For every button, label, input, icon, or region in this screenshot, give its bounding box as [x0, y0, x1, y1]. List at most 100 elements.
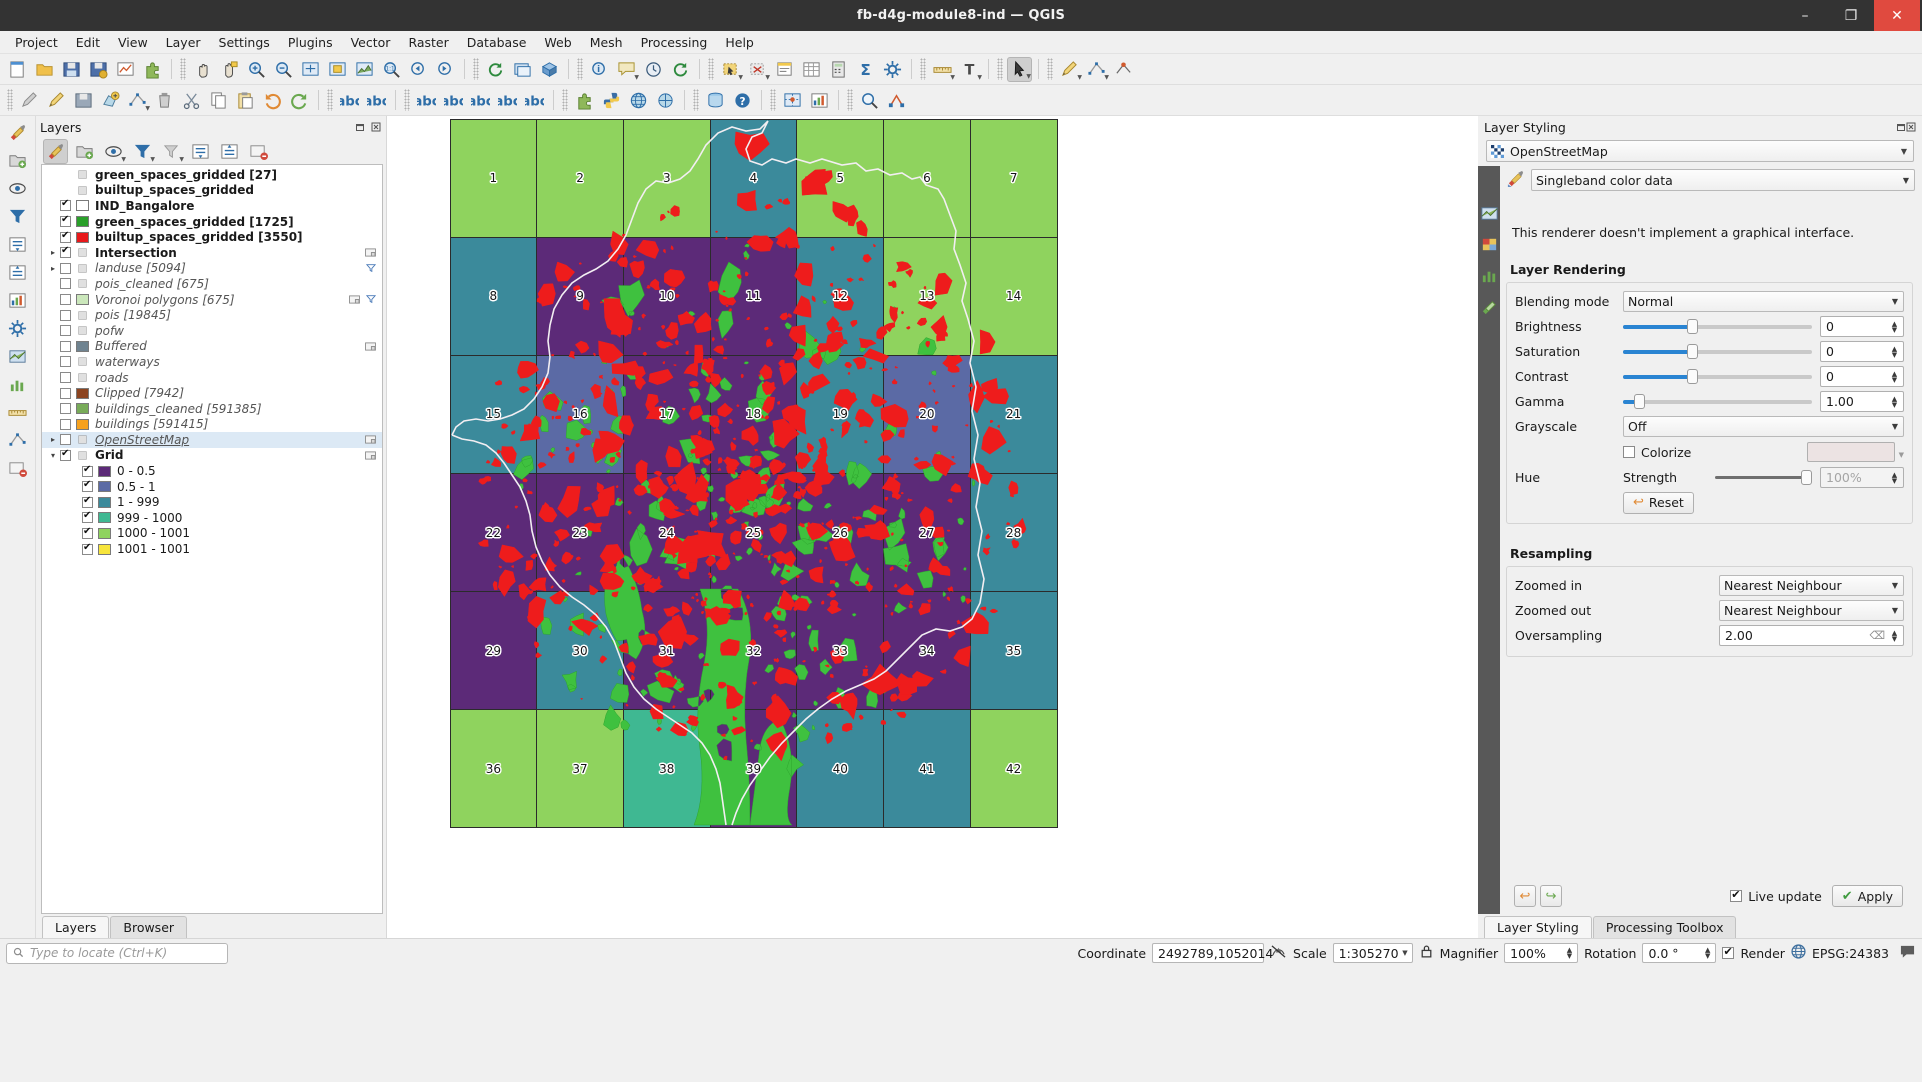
collapse-all-button[interactable]	[217, 139, 242, 164]
menu-mesh[interactable]: Mesh	[581, 33, 632, 52]
map-canvas[interactable]: 1 2 3 4 5 6 7 8 9 10 11 12 13 14 15 16 17 18 19 20 21 22 23 24 2…	[387, 116, 1478, 938]
embedded-layer-icon[interactable]	[365, 448, 376, 463]
layer-visibility-checkbox[interactable]	[60, 434, 71, 446]
grid-cell[interactable]: 35	[969, 591, 1058, 711]
grayscale-select[interactable]: Off ▼	[1623, 416, 1904, 437]
toolbar-gripper[interactable]	[847, 89, 853, 111]
clock-button[interactable]	[641, 57, 666, 82]
live-update-checkbox[interactable]	[1730, 888, 1743, 902]
grid-cell[interactable]: 7	[969, 118, 1058, 238]
chevron-down-icon[interactable]: ▼	[150, 156, 155, 163]
colorize-checkbox[interactable]	[1623, 446, 1635, 458]
grid-cell[interactable]: 3	[622, 118, 711, 238]
toolbar-gripper[interactable]	[180, 58, 186, 80]
globe-button[interactable]	[626, 88, 651, 113]
crs-label[interactable]: EPSG:24383	[1812, 946, 1889, 961]
grid-cell[interactable]: 26	[796, 472, 885, 593]
zoom-native-button[interactable]: 1:1	[379, 57, 404, 82]
layer-visibility-checkbox[interactable]	[60, 340, 71, 352]
layer-visibility-checkbox[interactable]	[60, 262, 71, 274]
filter-legend-button[interactable]: ▼	[130, 139, 155, 164]
layer-row-waterways[interactable]: waterways	[42, 354, 382, 370]
label-button[interactable]: abc	[522, 88, 547, 113]
chevron-down-icon[interactable]: ▼	[1892, 297, 1898, 306]
saturation-slider[interactable]	[1623, 341, 1812, 362]
grid-cell[interactable]: 33	[796, 591, 885, 711]
sum-button[interactable]: Σ	[853, 57, 878, 82]
label-button[interactable]: abc	[441, 88, 466, 113]
grid-cell[interactable]: 25	[709, 472, 798, 593]
zoom-layer-button[interactable]	[352, 57, 377, 82]
zoom-full-button[interactable]	[298, 57, 323, 82]
style-transparency-tab-button[interactable]	[1478, 233, 1500, 255]
chevron-down-icon[interactable]: ▼	[1104, 74, 1109, 81]
filter-indicator-icon[interactable]	[365, 292, 377, 307]
undock-icon[interactable]	[353, 121, 366, 134]
processing-rail-button[interactable]	[5, 316, 30, 341]
label-button[interactable]: abc	[414, 88, 439, 113]
open-table-button[interactable]	[799, 57, 824, 82]
chevron-down-icon[interactable]: ▼	[1077, 74, 1082, 81]
grid-cell[interactable]: 15	[449, 354, 538, 474]
grid-cell[interactable]: 6	[883, 118, 971, 238]
layer-row-intersection[interactable]: ▸ Intersection	[42, 245, 382, 261]
toolbar-gripper[interactable]	[473, 58, 479, 80]
layer-visibility-checkbox[interactable]	[60, 230, 71, 243]
contrast-slider[interactable]	[1623, 366, 1812, 387]
layer-tree[interactable]: green_spaces_gridded [27] builtup_spaces_…	[41, 164, 383, 914]
embedded-layer-icon[interactable]	[365, 339, 376, 354]
new-project-button[interactable]	[5, 57, 30, 82]
expand-collapse-icon[interactable]: ▸	[46, 264, 60, 273]
clear-icon[interactable]: ⌫	[1869, 629, 1885, 642]
layer-row-green_spaces_gridded[interactable]: green_spaces_gridded [1725]	[42, 214, 382, 230]
grid-class-checkbox[interactable]	[82, 479, 93, 493]
grid-cell[interactable]: 9	[536, 236, 624, 356]
vertex-button[interactable]	[1111, 57, 1136, 82]
save-button[interactable]	[59, 57, 84, 82]
close-button[interactable]: ✕	[1874, 0, 1920, 31]
chevron-down-icon[interactable]: ▼	[179, 156, 184, 163]
grid-cell[interactable]: 38	[622, 709, 711, 829]
locator-search[interactable]: Type to locate (Ctrl+K)	[6, 942, 228, 964]
grid-class-row[interactable]: 0.5 - 1	[42, 479, 382, 495]
collapse-all-rail-button[interactable]	[5, 260, 30, 285]
style-symbology-rail-button[interactable]	[5, 344, 30, 369]
statistics-rail-button[interactable]	[5, 288, 30, 313]
save-as-button[interactable]	[86, 57, 111, 82]
chevron-down-icon[interactable]: ▼	[950, 74, 955, 81]
toolbar-gripper[interactable]	[562, 89, 568, 111]
undo-button[interactable]: ↩	[1514, 885, 1536, 907]
grid-cell[interactable]: 4	[709, 118, 798, 238]
chevron-down-icon[interactable]: ▼	[1892, 606, 1898, 615]
georef-button[interactable]	[780, 88, 805, 113]
layer-visibility-checkbox[interactable]	[60, 403, 71, 415]
text-annotation-button[interactable]: T ▼	[957, 57, 982, 82]
layer-row-builtup_spaces_gridded[interactable]: builtup_spaces_gridded [3550]	[42, 229, 382, 245]
paste-button[interactable]	[233, 88, 258, 113]
grid-layer[interactable]: 1 2 3 4 5 6 7 8 9 10 11 12 13 14 15 16 17 18 19 20 21 22 23 24 2…	[449, 118, 1058, 829]
open-styling-rail-button[interactable]	[5, 120, 30, 145]
spinner-arrows-icon[interactable]: ▲ ▼	[1888, 471, 1901, 484]
map-canvas-container[interactable]: 1 2 3 4 5 6 7 8 9 10 11 12 13 14 15 16 17 18 19 20 21 22 23 24 2…	[386, 116, 1478, 938]
toggle-edit-button[interactable]	[17, 88, 42, 113]
chevron-down-icon[interactable]: ▼	[1892, 422, 1898, 431]
grid-cell[interactable]: 41	[883, 709, 971, 829]
menu-raster[interactable]: Raster	[399, 33, 457, 52]
spinner-arrows-icon[interactable]: ▲ ▼	[1888, 320, 1901, 333]
minimize-button[interactable]: –	[1782, 0, 1828, 31]
layer-row-clipped[interactable]: Clipped [7942]	[42, 385, 382, 401]
node-tool-button[interactable]: ▼	[1084, 57, 1109, 82]
map-themes-rail-button[interactable]	[5, 176, 30, 201]
select-features-button[interactable]: ▼	[718, 57, 743, 82]
scale-field[interactable]: 1:305270 ▼	[1332, 943, 1413, 963]
color-dropdown-icon[interactable]: ▼	[1899, 445, 1904, 460]
plugin-button[interactable]	[572, 88, 597, 113]
processing-button[interactable]	[880, 57, 905, 82]
grid-cell[interactable]: 29	[449, 591, 538, 711]
grid-cell[interactable]: 11	[709, 236, 798, 356]
filter-legend-expression-button[interactable]: ▼	[159, 139, 184, 164]
redo-button[interactable]: ↪	[1540, 885, 1562, 907]
grid-cell[interactable]: 23	[536, 472, 624, 593]
grid-cell[interactable]: 18	[709, 354, 798, 474]
grid-class-checkbox[interactable]	[82, 510, 93, 524]
